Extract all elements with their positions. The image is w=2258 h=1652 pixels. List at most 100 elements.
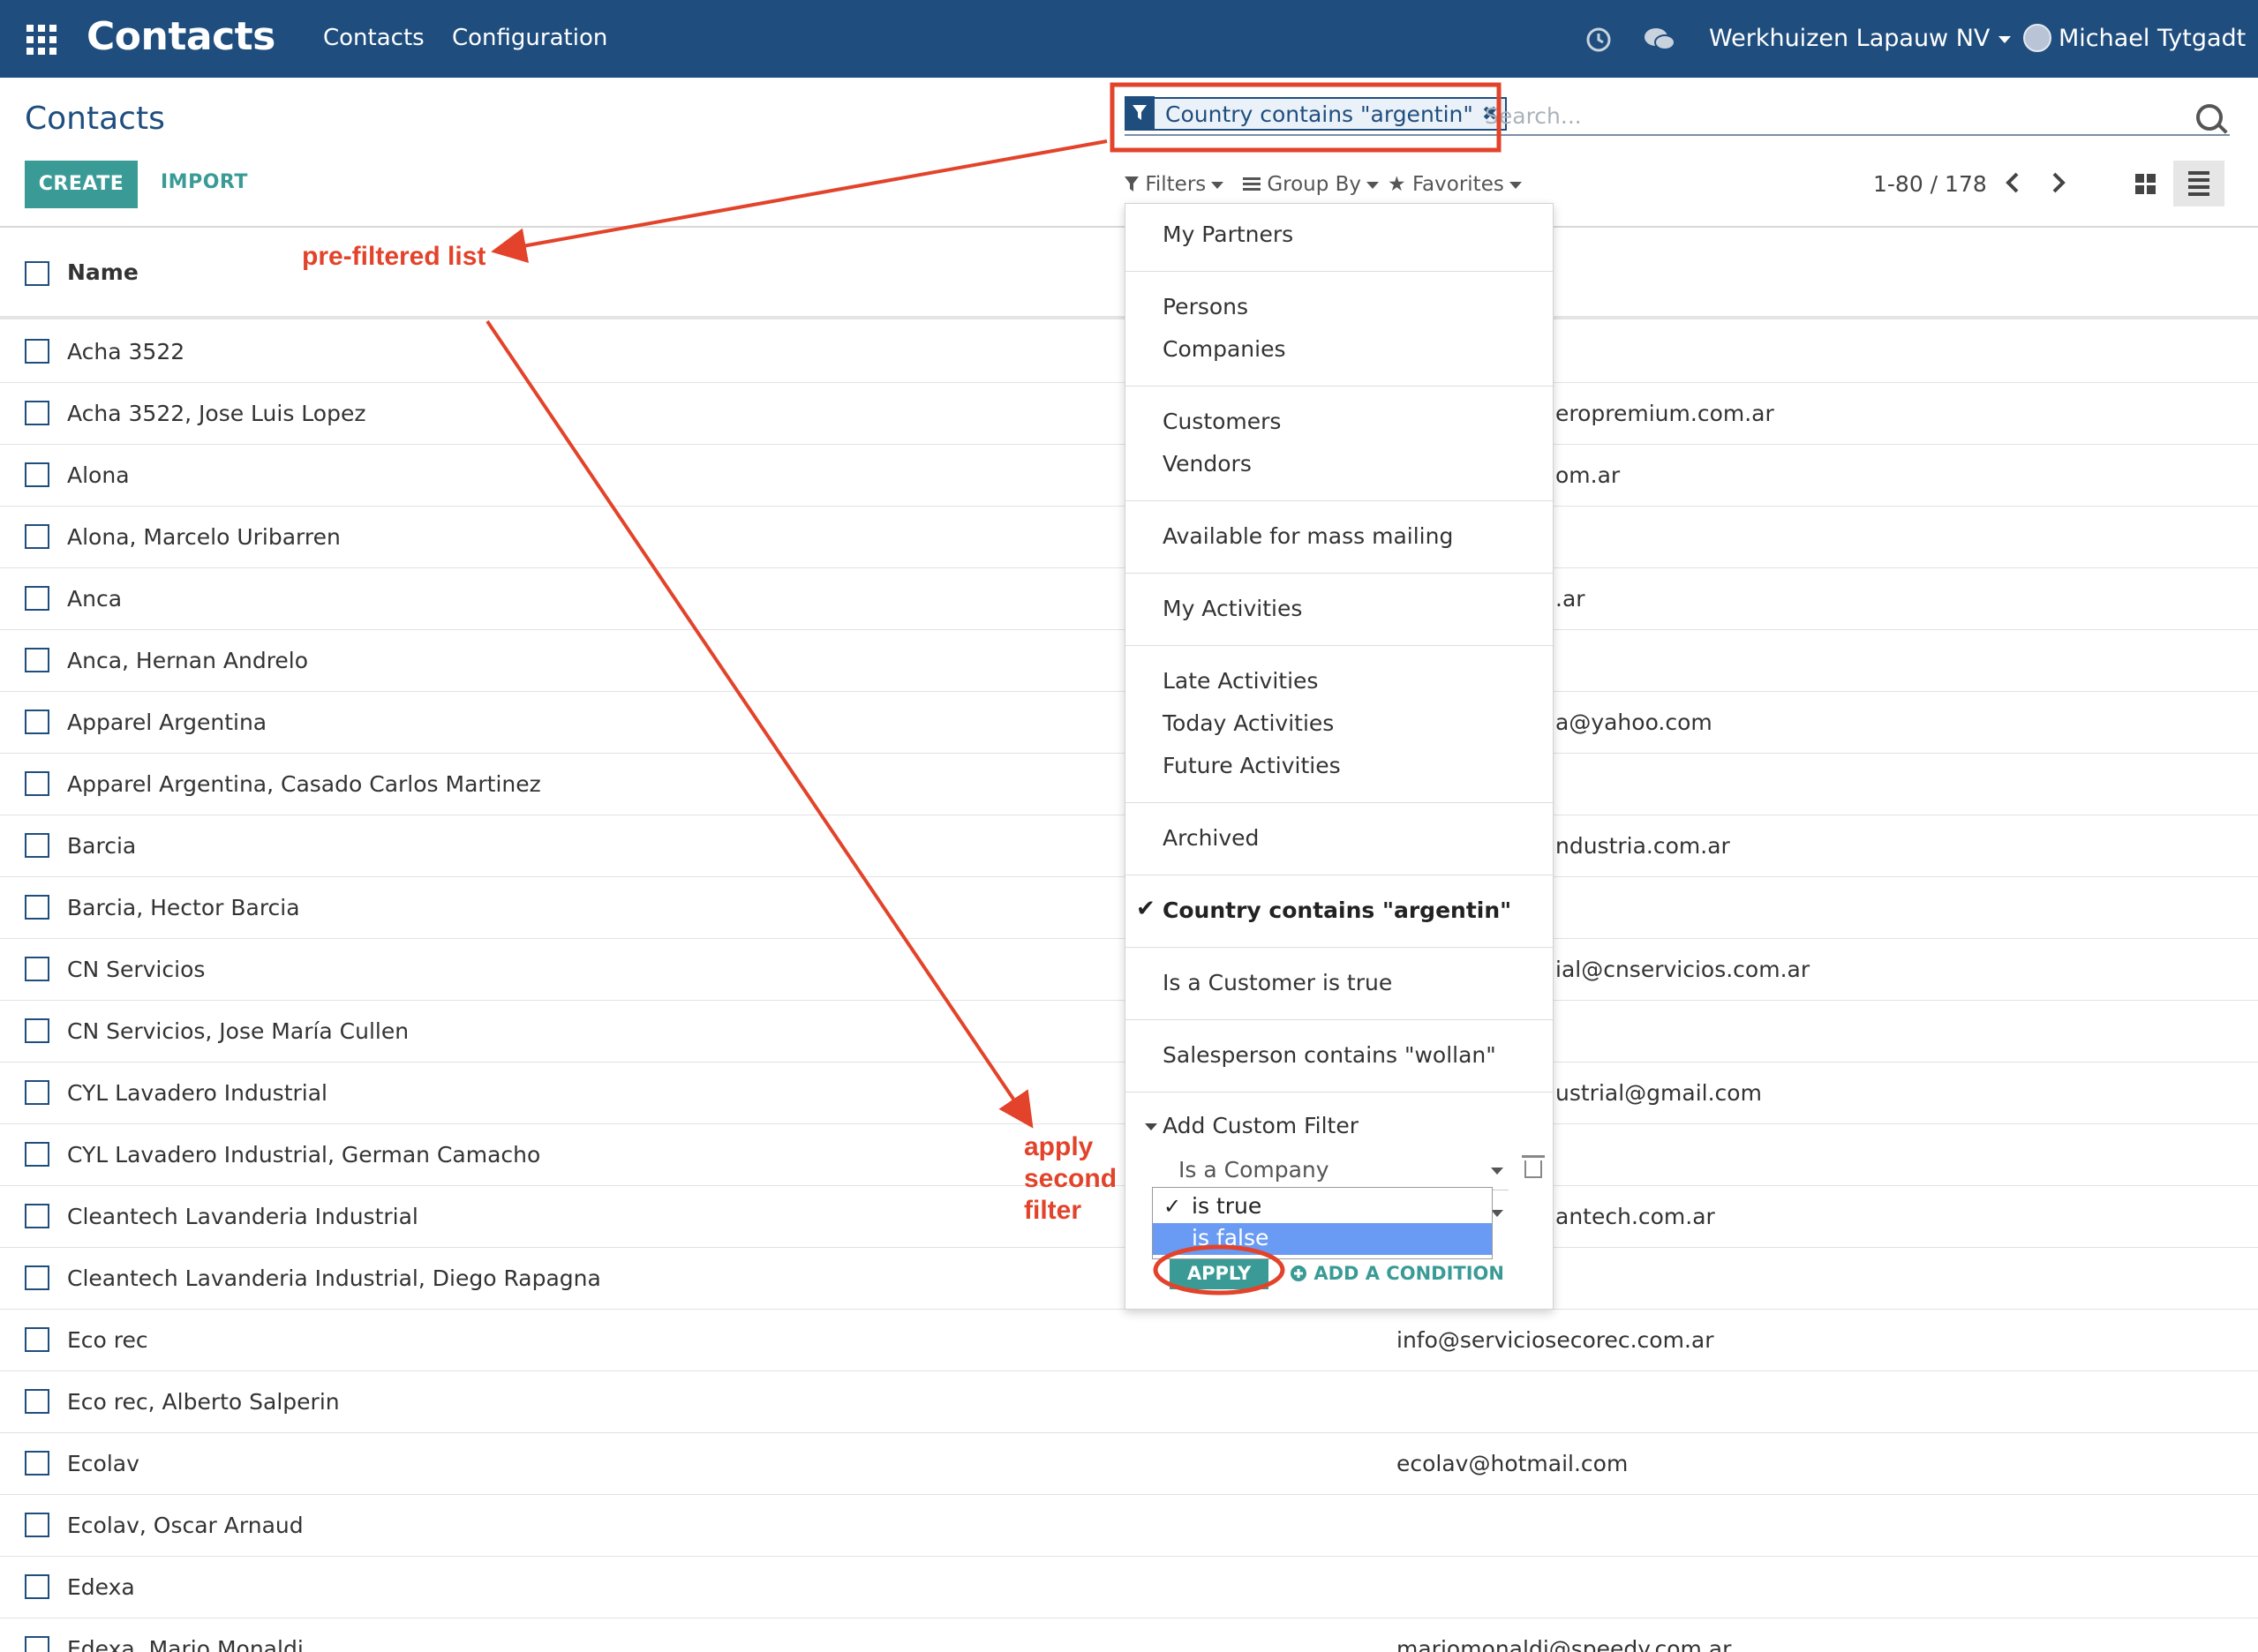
search-bar: Country contains "argentin" ✖ [1125,95,2230,136]
apps-menu-icon[interactable] [26,25,56,55]
row-checkbox[interactable] [25,586,49,611]
row-checkbox[interactable] [25,648,49,672]
column-header-name[interactable]: Name [67,259,139,285]
filter-menu-item[interactable]: Late Activities [1163,668,1318,694]
contact-name: Eco rec, Alberto Salperin [67,1389,340,1415]
company-switcher[interactable]: Werkhuizen Lapauw NV [1709,25,2012,52]
table-row[interactable]: Ecolav ecolav@hotmail.com [0,1433,2258,1495]
table-row[interactable]: Eco rec, Alberto Salperin [0,1371,2258,1433]
company-name: Werkhuizen Lapauw NV [1709,25,1991,52]
option-is-false[interactable]: is false [1153,1223,1492,1255]
filter-menu-item[interactable]: Companies [1163,336,1286,362]
filter-menu-item[interactable]: Salesperson contains "wollan" [1163,1042,1496,1068]
filter-menu-item[interactable]: Archived [1163,825,1259,851]
apply-button[interactable]: APPLY [1170,1258,1268,1289]
chevron-down-icon [1366,181,1380,189]
contact-name: Anca [67,586,123,612]
contact-email: .ar [1555,586,1585,612]
filter-menu-item[interactable]: Today Activities [1163,710,1334,736]
filter-menu-item[interactable]: Available for mass mailing [1163,523,1453,549]
menu-divider [1125,271,1553,272]
table-row[interactable]: Edexa, Mario Monaldi mariomonaldi@speedy.… [0,1618,2258,1652]
kanban-grid-icon [2134,173,2156,194]
row-checkbox[interactable] [25,1142,49,1167]
favorites-button[interactable]: ★ Favorites [1388,173,1522,196]
row-checkbox[interactable] [25,1018,49,1043]
filter-menu-item[interactable]: My Activities [1163,596,1302,621]
filter-menu-item[interactable]: My Partners [1163,222,1293,247]
table-row[interactable]: Edexa [0,1557,2258,1618]
nav-link-contacts[interactable]: Contacts [323,25,425,51]
contact-name: CN Servicios, Jose María Cullen [67,1018,410,1044]
menu-divider [1125,500,1553,501]
row-checkbox[interactable] [25,401,49,425]
option-is-true[interactable]: ✓ is true [1153,1191,1492,1223]
row-checkbox[interactable] [25,710,49,734]
create-button[interactable]: CREATE [25,161,138,208]
row-checkbox[interactable] [25,1080,49,1105]
row-checkbox[interactable] [25,1574,49,1599]
contact-email: antech.com.ar [1555,1204,1715,1229]
row-checkbox[interactable] [25,1265,49,1290]
caret-down-icon [1145,1123,1157,1130]
contact-name: CYL Lavadero Industrial, German Camacho [67,1142,541,1168]
contact-name: Alona [67,462,130,488]
activity-clock-icon[interactable] [1585,26,1612,53]
search-facet[interactable]: Country contains "argentin" ✖ [1125,96,1508,131]
contact-email: ustrial@gmail.com [1555,1080,1762,1106]
row-checkbox[interactable] [25,1389,49,1414]
row-checkbox[interactable] [25,1204,49,1228]
row-checkbox[interactable] [25,1327,49,1352]
add-condition-button[interactable]: ADD A CONDITION [1290,1263,1504,1284]
filter-menu-item[interactable]: Customers [1163,409,1281,434]
add-custom-filter-toggle[interactable]: Add Custom Filter [1163,1113,1359,1138]
table-row[interactable]: Ecolav, Oscar Arnaud [0,1495,2258,1557]
contact-email: om.ar [1555,462,1621,488]
filters-button[interactable]: Filters [1125,173,1224,196]
import-button[interactable]: IMPORT [161,171,248,193]
custom-filter-field-select[interactable]: Is a Company [1170,1155,1509,1190]
row-checkbox[interactable] [25,957,49,981]
menu-divider [1125,1092,1553,1093]
operator-options-list: ✓ is true is false [1152,1187,1493,1259]
favorites-label: Favorites [1411,173,1504,196]
option-label: is true [1192,1193,1262,1219]
filter-menu-item[interactable]: Vendors [1163,451,1252,477]
group-by-button[interactable]: Group By [1243,173,1380,196]
list-view-button[interactable] [2173,161,2224,206]
row-checkbox[interactable] [25,462,49,487]
user-avatar[interactable] [2023,24,2051,52]
row-checkbox[interactable] [25,1513,49,1537]
pager-value[interactable]: 1-80 / 178 [1873,171,1987,197]
row-checkbox[interactable] [25,771,49,796]
select-all-checkbox[interactable] [25,261,49,286]
filter-menu-item[interactable]: Future Activities [1163,753,1341,778]
table-row[interactable]: Eco rec info@serviciosecorec.com.ar [0,1310,2258,1371]
menu-divider [1125,386,1553,387]
contact-name: Edexa, Mario Monaldi [67,1636,304,1652]
row-checkbox[interactable] [25,1636,49,1652]
kanban-view-button[interactable] [2122,161,2168,206]
row-checkbox[interactable] [25,833,49,858]
row-checkbox[interactable] [25,1451,49,1476]
contact-email: ndustria.com.ar [1555,833,1730,859]
filter-menu-item[interactable]: Is a Customer is true [1163,970,1392,995]
user-menu[interactable]: Michael Tytgadt [2059,25,2246,52]
trash-icon[interactable] [1522,1155,1545,1178]
row-checkbox[interactable] [25,524,49,549]
menu-divider [1125,1019,1553,1020]
contact-email: a@yahoo.com [1555,710,1712,735]
contact-email: info@serviciosecorec.com.ar [1396,1327,1714,1353]
filter-menu-item[interactable]: Persons [1163,294,1248,319]
pager-next-icon[interactable] [2050,171,2067,194]
filter-menu-item[interactable]: Country contains "argentin" [1163,897,1511,923]
search-icon[interactable] [2196,104,2223,131]
row-checkbox[interactable] [25,895,49,920]
annotation-line: filter [1024,1196,1082,1225]
row-checkbox[interactable] [25,339,49,364]
contact-email: eropremium.com.ar [1555,401,1774,426]
search-input[interactable] [1485,101,2173,131]
discuss-chat-icon[interactable] [1644,26,1675,53]
nav-link-configuration[interactable]: Configuration [452,25,607,51]
pager-previous-icon[interactable] [2004,171,2021,194]
